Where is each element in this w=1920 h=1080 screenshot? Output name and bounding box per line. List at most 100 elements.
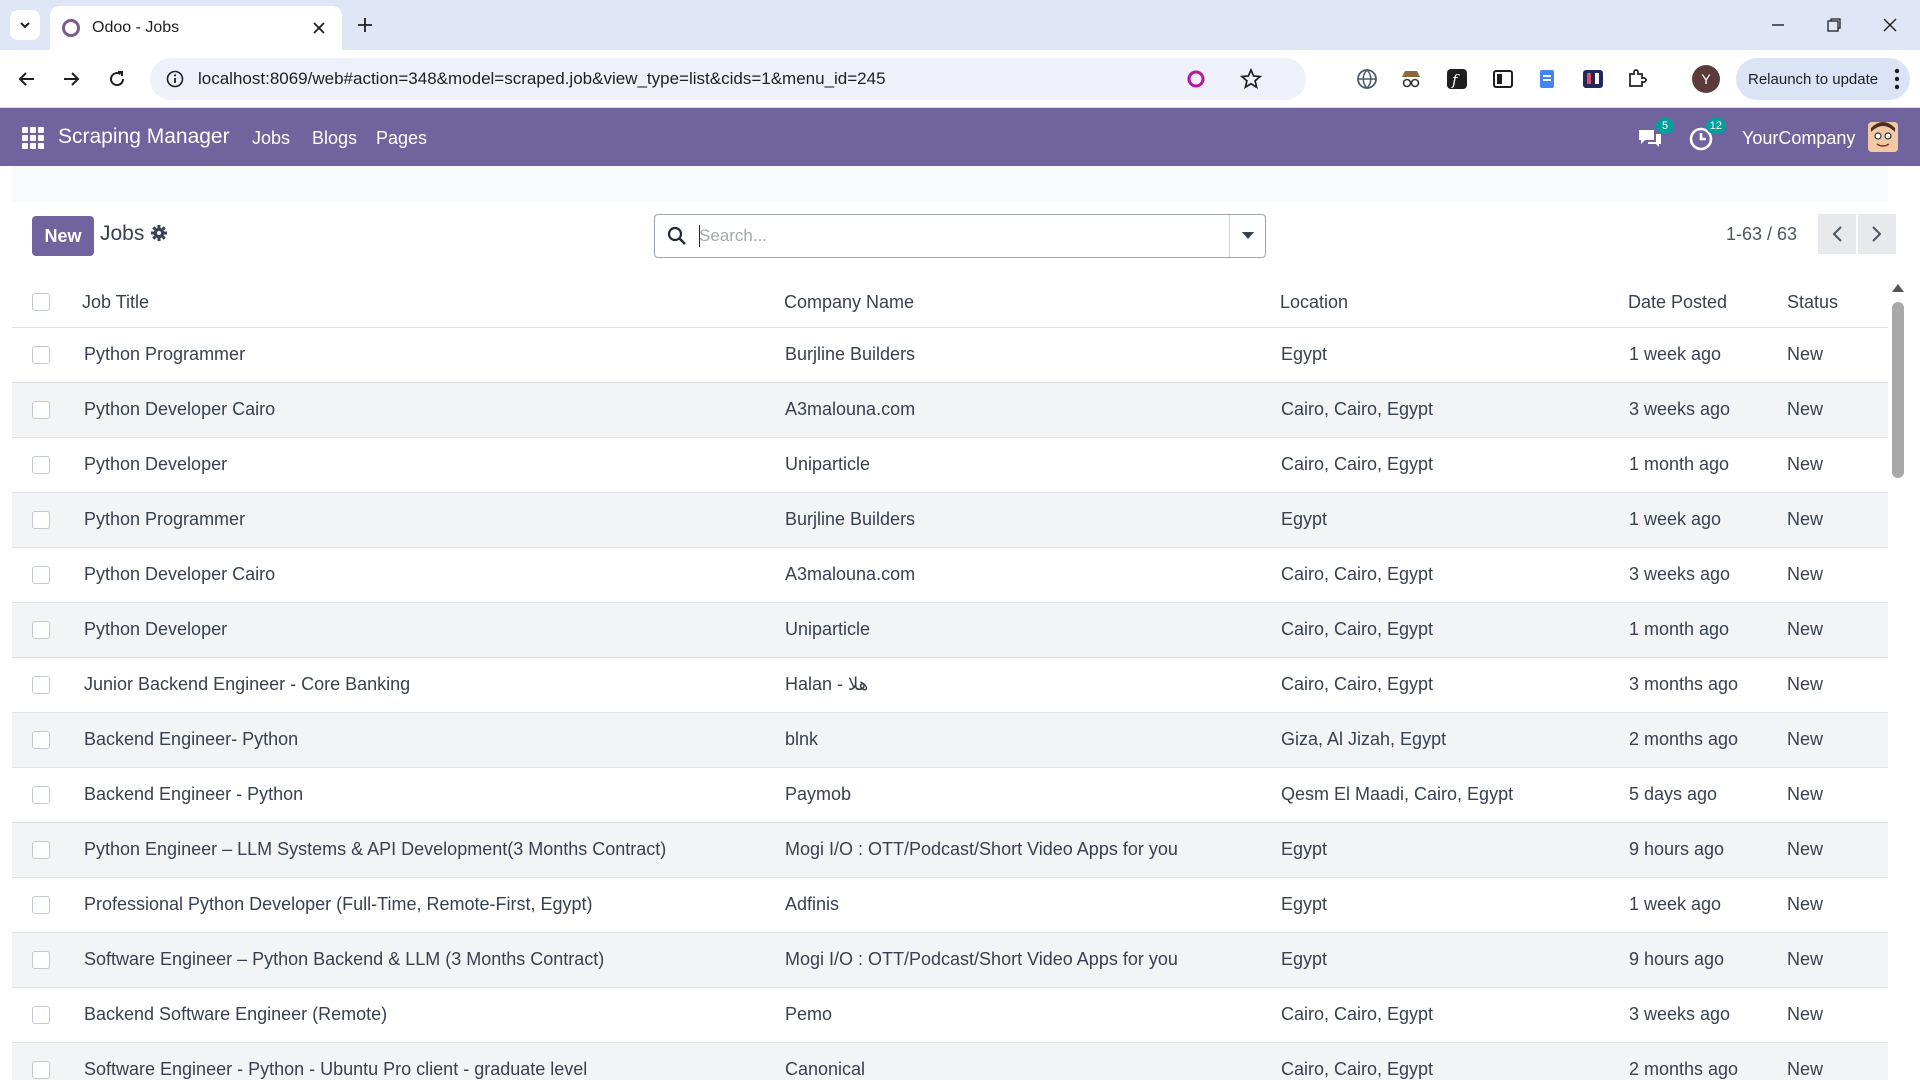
column-date-posted[interactable]: Date Posted — [1628, 292, 1727, 313]
row-checkbox[interactable] — [32, 511, 50, 529]
table-row[interactable]: Python Developer Uniparticle Cairo, Cairo,… — [12, 603, 1888, 658]
cell-company-name: blnk — [785, 729, 819, 749]
cell-location: Egypt — [1281, 949, 1328, 969]
activities-button[interactable]: 12 — [1688, 118, 1726, 152]
search-icon — [667, 226, 686, 245]
tab-search-button[interactable] — [10, 10, 40, 40]
table-row[interactable]: Python Engineer – LLM Systems & API Deve… — [12, 823, 1888, 878]
forward-button[interactable] — [56, 64, 86, 94]
apps-grid-icon[interactable] — [22, 127, 44, 149]
cell-company-name: Mogi I/O : OTT/Podcast/Short Video Apps … — [785, 949, 1178, 969]
extension-function[interactable]: f — [1444, 66, 1470, 92]
cell-job-title: Junior Backend Engineer - Core Banking — [84, 674, 411, 694]
row-checkbox[interactable] — [32, 676, 50, 694]
info-icon[interactable] — [166, 70, 184, 88]
row-checkbox[interactable] — [32, 456, 50, 474]
gear-icon[interactable] — [150, 224, 168, 242]
address-bar[interactable]: localhost:8069/web#action=348&model=scra… — [150, 58, 1306, 100]
table-row[interactable]: Python Programmer Burjline Builders Egypt 1… — [12, 493, 1888, 548]
column-location[interactable]: Location — [1280, 292, 1348, 313]
table-row[interactable]: Python Developer Cairo A3malouna.com Cairo… — [12, 383, 1888, 438]
column-company-name[interactable]: Company Name — [784, 292, 914, 313]
table-row[interactable]: Python Developer Cairo A3malouna.com Cairo… — [12, 548, 1888, 603]
cell-location: Cairo, Cairo, Egypt — [1281, 619, 1434, 639]
list-scrollbar[interactable] — [1888, 278, 1908, 1080]
cell-job-title: Python Developer — [84, 619, 228, 639]
table-row[interactable]: Backend Engineer- Python blnk Giza, Al Jiz… — [12, 713, 1888, 768]
row-checkbox[interactable] — [32, 1061, 50, 1079]
extensions-menu-button[interactable] — [1624, 66, 1650, 92]
new-button[interactable]: New — [32, 216, 94, 256]
reload-button[interactable] — [102, 64, 132, 94]
search-input[interactable] — [699, 223, 1199, 249]
row-checkbox[interactable] — [32, 346, 50, 364]
pager-previous-button[interactable] — [1818, 214, 1856, 254]
profile-avatar[interactable]: Y — [1692, 65, 1720, 93]
company-switcher[interactable]: YourCompany — [1742, 128, 1855, 149]
menu-item-jobs[interactable]: Jobs — [252, 128, 290, 149]
cell-job-title: Python Developer Cairo — [84, 564, 276, 584]
column-status[interactable]: Status — [1787, 292, 1838, 313]
table-row[interactable]: Backend Software Engineer (Remote) Pemo Ca… — [12, 988, 1888, 1043]
extension-reader[interactable] — [1490, 66, 1516, 92]
arrow-right-icon — [64, 72, 80, 86]
scroll-thumb[interactable] — [1892, 302, 1904, 478]
odoo-favicon-icon — [62, 19, 80, 37]
row-checkbox[interactable] — [32, 566, 50, 584]
app-brand[interactable]: Scraping Manager — [58, 125, 230, 149]
window-close-button[interactable] — [1870, 10, 1910, 40]
window-minimize-button[interactable] — [1758, 10, 1798, 40]
cell-status: New — [1787, 454, 1824, 474]
table-row[interactable]: Backend Engineer - Python Paymob Qesm El M… — [12, 768, 1888, 823]
row-checkbox[interactable] — [32, 731, 50, 749]
cell-job-title: Python Developer Cairo — [84, 399, 276, 419]
breadcrumb-title: Jobs — [100, 222, 145, 245]
bookmark-star-icon[interactable] — [1240, 68, 1262, 90]
browser-tab-active[interactable]: Odoo - Jobs — [50, 6, 342, 50]
extension-globe[interactable] — [1354, 66, 1380, 92]
new-tab-button[interactable] — [352, 12, 378, 38]
extension-bookmarks[interactable] — [1580, 66, 1606, 92]
relaunch-to-update-button[interactable]: Relaunch to update — [1736, 58, 1910, 100]
row-checkbox[interactable] — [32, 786, 50, 804]
messages-button[interactable]: 5 — [1636, 118, 1674, 152]
row-checkbox[interactable] — [32, 896, 50, 914]
scroll-up-arrow[interactable] — [1892, 284, 1904, 292]
table-row[interactable]: Professional Python Developer (Full-Time… — [12, 878, 1888, 933]
table-row[interactable]: Junior Backend Engineer - Core Banking Ha… — [12, 658, 1888, 713]
row-checkbox[interactable] — [32, 1006, 50, 1024]
control-panel-bar: New Jobs 1-63 / 63 — [12, 202, 1896, 276]
menu-item-pages[interactable]: Pages — [376, 128, 427, 149]
table-row[interactable]: Python Developer Uniparticle Cairo, Cairo,… — [12, 438, 1888, 493]
table-row[interactable]: Software Engineer - Python - Ubuntu Pro … — [12, 1043, 1888, 1080]
table-row[interactable]: Software Engineer – Python Backend & LLM… — [12, 933, 1888, 988]
cell-job-title: Backend Software Engineer (Remote) — [84, 1004, 388, 1024]
back-button[interactable] — [12, 64, 42, 94]
column-job-title[interactable]: Job Title — [82, 292, 149, 313]
relaunch-label: Relaunch to update — [1748, 70, 1879, 88]
user-avatar[interactable] — [1868, 122, 1898, 152]
pager-next-button[interactable] — [1858, 214, 1896, 254]
search-options-toggle[interactable] — [1229, 215, 1265, 257]
cell-status: New — [1787, 949, 1824, 969]
close-icon — [1883, 18, 1897, 32]
avatar-face-icon — [1868, 122, 1898, 152]
cell-status: New — [1787, 1059, 1824, 1079]
pager-value[interactable]: 1-63 / 63 — [1726, 224, 1797, 245]
search-bar[interactable] — [654, 214, 1266, 258]
select-all-checkbox[interactable] — [32, 293, 50, 311]
cell-date-posted: 1 week ago — [1629, 509, 1722, 529]
row-checkbox[interactable] — [32, 841, 50, 859]
tab-close-button[interactable] — [308, 17, 330, 39]
extension-spy[interactable] — [1398, 66, 1424, 92]
table-row[interactable]: Python Programmer Burjline Builders Egypt 1… — [12, 328, 1888, 383]
window-restore-button[interactable] — [1814, 10, 1854, 40]
menu-item-blogs[interactable]: Blogs — [312, 128, 357, 149]
row-checkbox[interactable] — [32, 951, 50, 969]
cell-status: New — [1787, 894, 1824, 914]
extension-docs[interactable] — [1534, 66, 1560, 92]
record-icon[interactable] — [1186, 69, 1206, 89]
messages-badge: 5 — [1656, 118, 1674, 134]
row-checkbox[interactable] — [32, 401, 50, 419]
row-checkbox[interactable] — [32, 621, 50, 639]
